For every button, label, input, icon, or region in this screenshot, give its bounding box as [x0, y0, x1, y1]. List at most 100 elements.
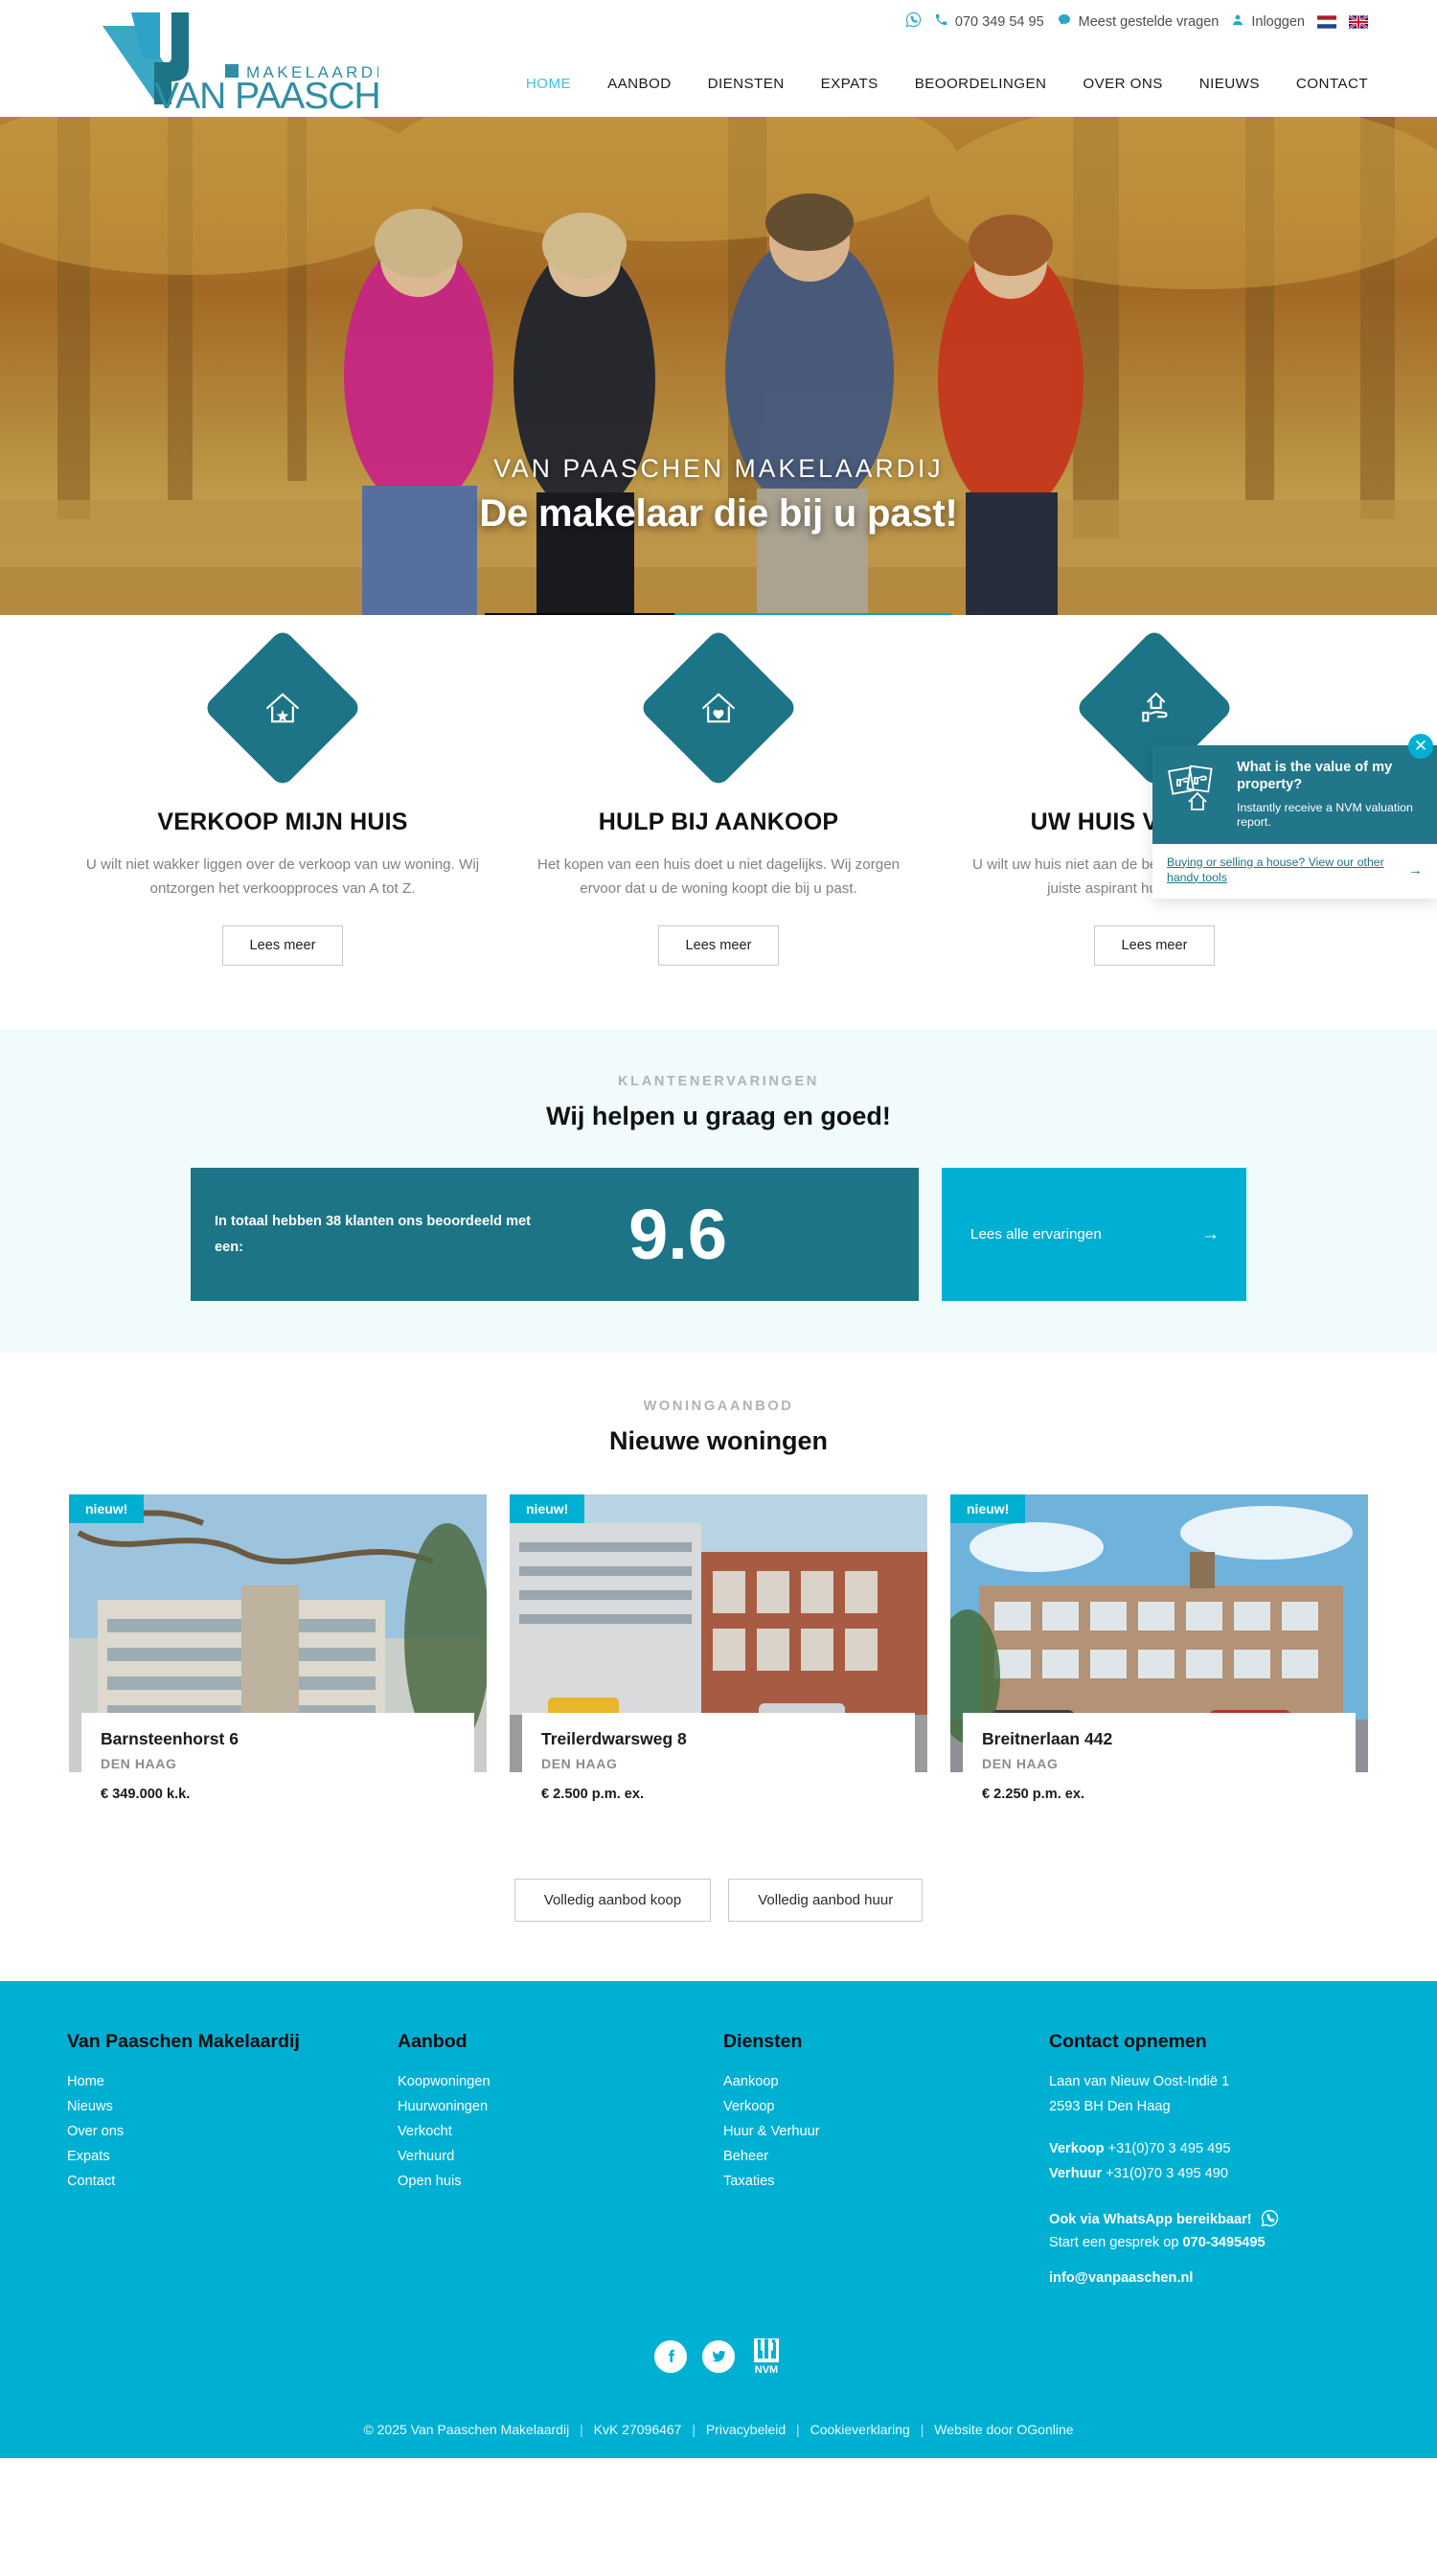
- listing-info: Breitnerlaan 442 DEN HAAG € 2.250 p.m. e…: [963, 1713, 1356, 1822]
- arrow-right-icon: →: [1201, 1223, 1220, 1244]
- footer-link-beheer[interactable]: Beheer: [723, 2145, 1049, 2170]
- listing-info: Treilerdwarsweg 8 DEN HAAG € 2.500 p.m. …: [522, 1713, 915, 1822]
- service-read-more-button[interactable]: Lees meer: [657, 925, 780, 967]
- footer-link-verkocht[interactable]: Verkocht: [398, 2120, 723, 2145]
- footer-column-company: Van Paaschen Makelaardij Home Nieuws Ove…: [67, 2031, 398, 2285]
- listing-address: Barnsteenhorst 6: [101, 1729, 239, 1749]
- lang-en-button[interactable]: [1349, 14, 1368, 29]
- sell-my-house-button[interactable]: Verkoop mijn huis: [484, 613, 675, 615]
- listing-address: Treilerdwarsweg 8: [541, 1729, 687, 1749]
- kvk-text: KvK 27096467: [593, 2421, 682, 2437]
- user-icon: [1231, 12, 1244, 32]
- footer-link-nieuws[interactable]: Nieuws: [67, 2095, 398, 2120]
- nvm-icon[interactable]: NVM: [750, 2337, 783, 2376]
- flag-nl-icon: [1317, 14, 1336, 29]
- main-navigation: HOME AANBOD DIENSTEN EXPATS BEOORDELINGE…: [526, 76, 1368, 92]
- footer-whatsapp-title: Ook via WhatsApp bereikbaar!: [1049, 2212, 1252, 2228]
- listing-card[interactable]: nieuw! Breitnerlaan 442 DEN HAAG € 2.250…: [950, 1494, 1368, 1822]
- cookies-link[interactable]: Cookieverklaring: [810, 2422, 910, 2437]
- service-icon-wrap: [638, 627, 799, 788]
- footer-link-aankoop[interactable]: Aankoop: [723, 2070, 1049, 2095]
- close-icon[interactable]: ✕: [1408, 734, 1433, 759]
- twitter-icon[interactable]: [702, 2339, 735, 2373]
- service-read-more-button[interactable]: Lees meer: [221, 925, 344, 967]
- hero-cta-group: Verkoop mijn huis Ik ben op zoek naar ee…: [0, 613, 1437, 615]
- house-hand-icon: [1135, 689, 1174, 727]
- service-title: VERKOOP MIJN HUIS: [157, 809, 408, 835]
- service-text: Het kopen van een huis doet u niet dagel…: [536, 856, 901, 897]
- all-buy-listings-button[interactable]: Volledig aanbod koop: [513, 1879, 712, 1923]
- site-header: MAKELAARDIJ VAN PAASCHEN 0: [0, 0, 1437, 117]
- nav-item-contact[interactable]: CONTACT: [1296, 76, 1368, 92]
- service-read-more-button[interactable]: Lees meer: [1093, 925, 1216, 967]
- read-all-reviews-button[interactable]: Lees alle ervaringen →: [942, 1168, 1246, 1302]
- footer-phone-block: Verkoop +31(0)70 3 495 495 Verhuur +31(0…: [1049, 2136, 1370, 2187]
- listing-info: Barnsteenhorst 6 DEN HAAG € 349.000 k.k.: [81, 1713, 474, 1822]
- footer-whatsapp-sub: Start een gesprek op 070-3495495: [1049, 2235, 1370, 2250]
- footer-whatsapp-number[interactable]: 070-3495495: [1183, 2235, 1266, 2250]
- chat-bubble-icon: [1057, 12, 1072, 32]
- house-heart-icon: [699, 689, 738, 727]
- service-icon-wrap: [202, 627, 363, 788]
- lang-nl-button[interactable]: [1317, 14, 1336, 29]
- arrow-right-icon[interactable]: →: [1408, 862, 1423, 878]
- hero-title: De makelaar die bij u past!: [479, 492, 958, 535]
- footer-verhuur-label: Verhuur: [1049, 2166, 1103, 2182]
- footer-link-koopwoningen[interactable]: Koopwoningen: [398, 2070, 723, 2095]
- faq-link[interactable]: Meest gestelde vragen: [1057, 12, 1220, 32]
- listing-address: Breitnerlaan 442: [982, 1729, 1113, 1749]
- footer-link-verhuurd[interactable]: Verhuurd: [398, 2145, 723, 2170]
- login-link[interactable]: Inloggen: [1231, 12, 1305, 32]
- looking-for-house-button[interactable]: Ik ben op zoek naar een huis: [674, 613, 953, 615]
- whatsapp-icon[interactable]: [1261, 2209, 1279, 2231]
- faq-label: Meest gestelde vragen: [1078, 13, 1220, 30]
- listing-price: € 2.250 p.m. ex.: [982, 1787, 1085, 1803]
- whatsapp-link[interactable]: [905, 11, 922, 32]
- nav-item-aanbod[interactable]: AANBOD: [607, 76, 672, 92]
- nav-item-expats[interactable]: EXPATS: [821, 76, 878, 92]
- divider: |: [920, 2421, 924, 2437]
- nav-item-nieuws[interactable]: NIEUWS: [1199, 76, 1260, 92]
- footer-link-huurwoningen[interactable]: Huurwoningen: [398, 2095, 723, 2120]
- service-card-buy: HULP BIJ AANKOOP Het kopen van een huis …: [501, 627, 937, 967]
- footer-link-verkoop[interactable]: Verkoop: [723, 2095, 1049, 2120]
- facebook-icon[interactable]: [654, 2339, 687, 2373]
- hero-banner: VAN PAASCHEN MAKELAARDIJ De makelaar die…: [0, 117, 1437, 615]
- divider: |: [580, 2421, 583, 2437]
- footer-heading: Contact opnemen: [1049, 2031, 1207, 2053]
- popup-tools-link[interactable]: Buying or selling a house? View our othe…: [1167, 855, 1399, 886]
- privacy-link[interactable]: Privacybeleid: [706, 2422, 786, 2437]
- house-star-icon: [263, 689, 302, 727]
- nav-item-diensten[interactable]: DIENSTEN: [708, 76, 785, 92]
- nav-item-home[interactable]: HOME: [526, 76, 571, 92]
- footer-link-contact[interactable]: Contact: [67, 2170, 398, 2195]
- footer-link-taxaties[interactable]: Taxaties: [723, 2170, 1049, 2195]
- copyright-text: © 2025 Van Paaschen Makelaardij: [363, 2421, 570, 2437]
- listing-card[interactable]: nieuw! Treilerdwarsweg 8 DEN HAAG € 2.50…: [510, 1494, 927, 1822]
- footer-link-home[interactable]: Home: [67, 2070, 398, 2095]
- nav-item-over-ons[interactable]: OVER ONS: [1083, 76, 1162, 92]
- thumbs-house-icon: [1168, 760, 1225, 818]
- footer-heading: Van Paaschen Makelaardij: [67, 2031, 300, 2053]
- footer-email[interactable]: info@vanpaaschen.nl: [1049, 2270, 1370, 2286]
- flag-en-icon: [1349, 14, 1368, 29]
- footer-verhuur-phone[interactable]: +31(0)70 3 495 490: [1106, 2166, 1228, 2181]
- website-credit-link[interactable]: Website door OGonline: [934, 2422, 1073, 2437]
- phone-icon: [934, 12, 948, 31]
- footer-link-expats[interactable]: Expats: [67, 2145, 398, 2170]
- phone-link[interactable]: 070 349 54 95: [934, 12, 1044, 31]
- all-rent-listings-button[interactable]: Volledig aanbod huur: [728, 1879, 924, 1923]
- listing-city: DEN HAAG: [982, 1756, 1059, 1772]
- reviews-score-card: In totaal hebben 38 klanten ons beoordee…: [191, 1168, 919, 1302]
- listing-badge: nieuw!: [69, 1494, 145, 1524]
- footer-link-huur-verhuur[interactable]: Huur & Verhuur: [723, 2120, 1049, 2145]
- whatsapp-icon: [905, 11, 922, 32]
- site-logo[interactable]: MAKELAARDIJ VAN PAASCHEN: [72, 5, 378, 112]
- footer-link-over-ons[interactable]: Over ons: [67, 2120, 398, 2145]
- listing-card[interactable]: nieuw! Barnsteenhorst 6 DEN HAAG € 349.0…: [69, 1494, 487, 1822]
- nav-item-beoordelingen[interactable]: BEOORDELINGEN: [915, 76, 1047, 92]
- popup-title: What is the value of my property?: [1237, 760, 1393, 792]
- footer-verkoop-phone[interactable]: +31(0)70 3 495 495: [1108, 2141, 1231, 2156]
- footer-link-open-huis[interactable]: Open huis: [398, 2170, 723, 2195]
- hero-text-block: VAN PAASCHEN MAKELAARDIJ De makelaar die…: [0, 454, 1437, 536]
